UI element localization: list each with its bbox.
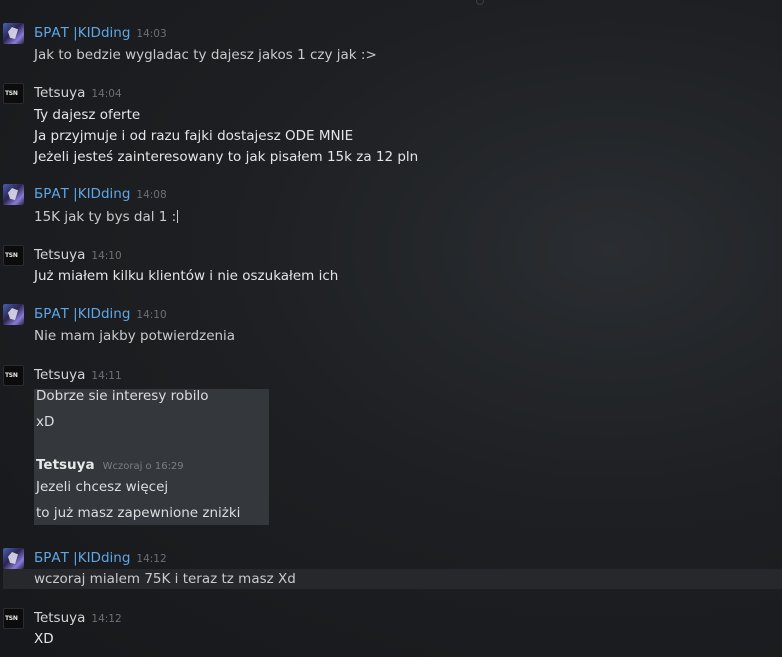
quote-header: Tetsuya Wczoraj o 16:29 — [36, 455, 184, 477]
message-header: БРАТ |KIDding 14:03 — [34, 23, 167, 43]
message-header: Tetsuya 14:12 — [34, 608, 122, 628]
quote-text: xD — [36, 414, 55, 430]
message-text: Ja przyjmuje i od razu fajki dostajesz O… — [34, 128, 354, 144]
message-header: Tetsuya 14:11 — [34, 365, 122, 385]
timestamp: 14:08 — [136, 189, 167, 201]
avatar[interactable] — [3, 184, 24, 205]
author-name[interactable]: Tetsuya — [34, 247, 85, 263]
message-text: Jak to bedzie wygladac ty dajesz jakos 1… — [34, 47, 377, 63]
avatar[interactable]: TSN — [3, 245, 24, 266]
author-name[interactable]: Tetsuya — [34, 85, 85, 101]
message-header: БРАТ |KIDding 14:10 — [34, 304, 167, 324]
avatar-text: TSN — [5, 252, 18, 259]
text-cursor — [177, 210, 179, 223]
avatar-text: TSN — [5, 615, 18, 622]
avatar-text: TSN — [5, 90, 18, 97]
timestamp: 14:12 — [91, 613, 122, 625]
message-header: Tetsuya 14:10 — [34, 245, 122, 265]
message-text: Nie mam jakby potwierdzenia — [34, 328, 236, 344]
quote-text: Dobrze sie interesy robilo — [36, 388, 209, 404]
timestamp: 14:04 — [91, 88, 122, 100]
timestamp: 14:03 — [136, 28, 167, 40]
avatar[interactable]: TSN — [3, 608, 24, 629]
quote-text: Jezeli chcesz więcej — [36, 479, 169, 495]
timestamp: 14:12 — [136, 553, 167, 565]
avatar[interactable] — [3, 548, 24, 569]
message-header: БРАТ |KIDding 14:08 — [34, 184, 167, 204]
quote-timestamp: Wczoraj o 16:29 — [102, 461, 184, 472]
message-text: Ty dajesz oferte — [34, 107, 141, 123]
author-name[interactable]: БРАТ |KIDding — [34, 186, 130, 202]
timestamp: 14:10 — [91, 250, 122, 262]
quoted-message[interactable]: Dobrze sie interesy robilo xD Tetsuya Wcz… — [34, 388, 269, 525]
message-header: Tetsuya 14:04 — [34, 83, 122, 103]
message-text: wczoraj mialem 75K i teraz tz masz Xd — [34, 571, 296, 587]
timestamp: 14:11 — [91, 370, 122, 382]
message-text: XD — [34, 631, 54, 647]
timestamp: 14:10 — [136, 309, 167, 321]
author-name[interactable]: Tetsuya — [34, 367, 85, 383]
avatar[interactable]: TSN — [3, 365, 24, 386]
author-name[interactable]: БРАТ |KIDding — [34, 306, 130, 322]
avatar-text: TSN — [5, 372, 18, 379]
avatar[interactable]: TSN — [3, 83, 24, 104]
message-text: 15K jak ty bys dal 1 : — [34, 207, 179, 227]
message-text: Jeżeli jesteś zainteresowany to jak pisa… — [34, 149, 419, 165]
message-text-content: 15K jak ty bys dal 1 : — [34, 209, 177, 225]
message-text: Już miałem kilku klientów i nie oszukałe… — [34, 268, 339, 284]
avatar[interactable] — [3, 23, 24, 44]
author-name[interactable]: БРАТ |KIDding — [34, 25, 130, 41]
quote-author[interactable]: Tetsuya — [36, 457, 95, 473]
author-name[interactable]: БРАТ |KIDding — [34, 550, 130, 566]
message-header: БРАТ |KIDding 14:12 — [34, 548, 167, 568]
avatar[interactable] — [3, 304, 24, 325]
author-name[interactable]: Tetsuya — [34, 610, 85, 626]
quote-text: to już masz zapewnione zniżki — [36, 505, 241, 521]
